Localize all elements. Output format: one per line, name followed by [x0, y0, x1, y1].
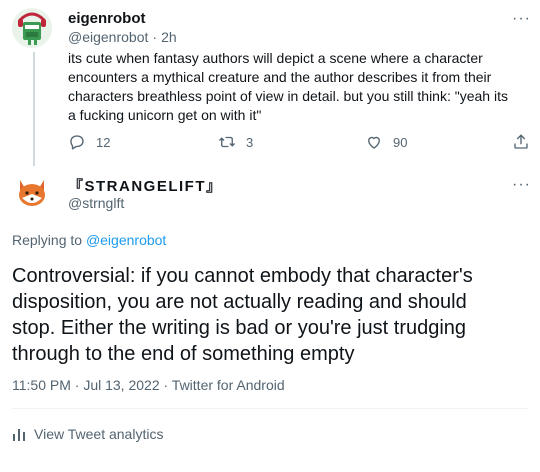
- replying-to: Replying to @eigenrobot: [12, 232, 166, 248]
- parent-tweet-text: its cute when fantasy authors will depic…: [68, 50, 508, 123]
- analytics-label: View Tweet analytics: [34, 426, 164, 442]
- parent-author-name[interactable]: eigenrobot: [68, 10, 146, 27]
- like-count: 90: [393, 134, 408, 150]
- divider: [12, 408, 528, 409]
- meta-separator: ·: [152, 29, 158, 45]
- reply-author-handle[interactable]: @strnglft: [68, 195, 124, 211]
- retweet-icon: [219, 136, 235, 148]
- share-button[interactable]: [512, 133, 530, 151]
- replying-to-handle[interactable]: @eigenrobot: [86, 232, 166, 248]
- retweet-button[interactable]: 3: [218, 133, 253, 151]
- parent-author-handle[interactable]: @eigenrobot: [68, 29, 148, 45]
- robot-avatar-icon: [12, 8, 52, 48]
- reply-icon: [70, 135, 84, 150]
- reply-author-name[interactable]: 『STRANGELIFT』: [68, 175, 223, 196]
- share-icon: [514, 134, 528, 149]
- parent-tweet-time[interactable]: 2h: [161, 29, 177, 45]
- eigenrobot-avatar[interactable]: [12, 8, 52, 48]
- strangelift-avatar[interactable]: [12, 172, 52, 212]
- reply-timestamp[interactable]: 11:50 PM · Jul 13, 2022 · Twitter for An…: [12, 377, 285, 393]
- view-analytics-link[interactable]: View Tweet analytics: [12, 426, 163, 442]
- parent-author-meta: @eigenrobot · 2h: [68, 29, 177, 45]
- like-button[interactable]: 90: [365, 133, 407, 151]
- analytics-icon: [13, 429, 25, 441]
- retweet-count: 3: [246, 134, 254, 150]
- reply-more-icon[interactable]: ···: [512, 176, 531, 194]
- reply-button[interactable]: 12: [68, 133, 110, 151]
- replying-to-prefix: Replying to: [12, 232, 83, 248]
- fox-avatar-icon: [12, 172, 52, 212]
- reply-count: 12: [96, 134, 111, 150]
- reply-tweet-text: Controversial: if you cannot embody that…: [12, 265, 473, 365]
- like-icon: [368, 136, 380, 149]
- thread-connector: [33, 52, 35, 166]
- parent-more-icon[interactable]: ···: [512, 10, 531, 28]
